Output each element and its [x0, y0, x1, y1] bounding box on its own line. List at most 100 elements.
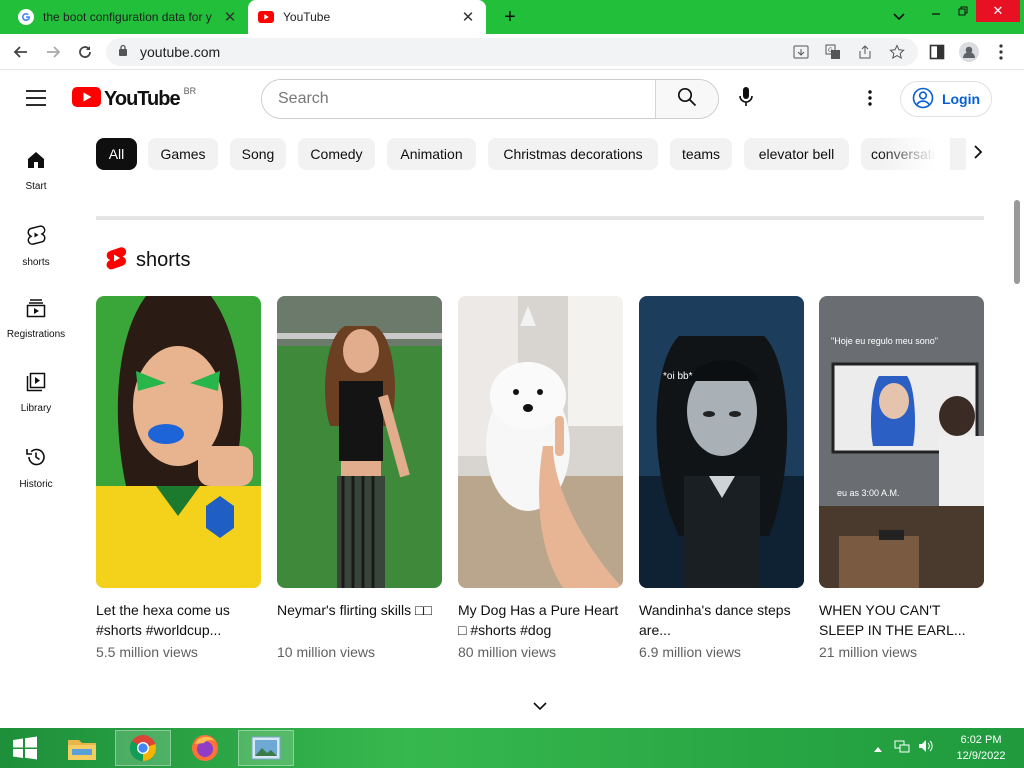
show-more-button[interactable] — [528, 698, 552, 716]
tab-title: the boot configuration data for y — [43, 10, 212, 24]
lock-icon[interactable] — [118, 43, 128, 61]
short-title[interactable]: WHEN YOU CAN'T SLEEP IN THE EARL... — [819, 600, 984, 640]
short-title[interactable]: Wandinha's dance steps are... — [639, 600, 804, 640]
short-title[interactable]: My Dog Has a Pure Heart □ #shorts #dog — [458, 600, 623, 640]
sidebar-item-registrations[interactable]: Registrations — [0, 298, 72, 340]
short-card[interactable]: "Hoje eu regulo meu sono" eu as 3:00 A.M… — [819, 296, 984, 660]
short-card[interactable]: Let the hexa come us #shorts #worldcup..… — [96, 296, 261, 660]
login-label: Login — [941, 91, 981, 107]
reload-icon[interactable] — [74, 41, 96, 63]
sidebar-item-label: Historic — [19, 479, 53, 490]
browser-menu-icon[interactable] — [990, 41, 1012, 63]
country-code: BR — [183, 85, 197, 96]
tab-google-search[interactable]: the boot configuration data for y ✕ — [8, 0, 248, 34]
chip-teams[interactable]: teams — [670, 138, 732, 170]
chips-next-button[interactable] — [966, 142, 990, 166]
firefox-icon[interactable] — [177, 730, 233, 766]
search-box — [261, 79, 719, 119]
hamburger-menu-icon[interactable] — [26, 90, 46, 106]
chip-all[interactable]: All — [96, 138, 137, 170]
sidebar-item-historic[interactable]: Historic — [0, 446, 72, 490]
youtube-page: YouTube BR Login Start — [0, 70, 1024, 728]
address-bar[interactable]: youtube.com G — [106, 38, 918, 66]
short-views: 5.5 million views — [96, 644, 198, 660]
short-title[interactable]: Let the hexa come us #shorts #worldcup..… — [96, 600, 261, 640]
short-title[interactable]: Neymar's flirting skills □□ — [277, 600, 442, 640]
short-views: 6.9 million views — [639, 644, 741, 660]
shorts-logo-icon — [106, 246, 127, 275]
network-icon[interactable] — [894, 739, 910, 758]
new-tab-button[interactable]: + — [498, 5, 522, 29]
chips-fade — [880, 138, 950, 170]
chevron-right-icon — [973, 144, 983, 165]
close-icon[interactable]: ✕ — [976, 0, 1020, 22]
sidebar-item-library[interactable]: Library — [0, 372, 72, 414]
clock-date: 12/9/2022 — [956, 750, 1006, 762]
short-card[interactable]: My Dog Has a Pure Heart □ #shorts #dog 8… — [458, 296, 623, 660]
bookmark-star-icon[interactable] — [886, 42, 908, 62]
install-icon[interactable] — [790, 42, 812, 62]
tab-close-icon[interactable]: ✕ — [460, 8, 476, 26]
overlay-text: eu as 3:00 A.M. — [837, 488, 900, 498]
profile-icon[interactable] — [958, 41, 980, 63]
windows-start-icon[interactable] — [0, 730, 50, 766]
sidebar-item-start[interactable]: Start — [0, 150, 72, 192]
account-icon — [912, 87, 934, 112]
history-icon — [25, 446, 47, 473]
voice-search-button[interactable] — [730, 83, 762, 115]
shorts-icon — [26, 224, 46, 251]
back-icon[interactable] — [10, 41, 32, 63]
restore-icon[interactable] — [950, 0, 976, 22]
short-views: 21 million views — [819, 644, 918, 660]
chip-christmas-decorations[interactable]: Christmas decorations — [488, 138, 658, 170]
settings-menu-icon[interactable] — [860, 86, 880, 110]
photos-icon[interactable] — [238, 730, 294, 766]
filter-chips: All Games Song Comedy Animation Christma… — [96, 138, 966, 170]
chevron-down-icon[interactable] — [888, 6, 910, 28]
chip-song[interactable]: Song — [230, 138, 286, 170]
volume-icon[interactable] — [918, 739, 934, 758]
forward-icon[interactable] — [42, 41, 64, 63]
sidebar-item-shorts[interactable]: shorts — [0, 224, 72, 268]
youtube-wordmark: YouTube — [104, 88, 181, 110]
short-views: 10 million views — [277, 644, 376, 660]
library-icon — [26, 372, 46, 397]
taskbar-clock[interactable]: 6:02 PM 12/9/2022 — [946, 732, 1016, 764]
short-thumbnail[interactable] — [96, 296, 261, 588]
home-icon — [26, 150, 46, 175]
chrome-icon[interactable] — [115, 730, 171, 766]
page-scrollbar[interactable] — [1011, 70, 1024, 728]
minimize-icon[interactable] — [922, 0, 950, 22]
file-explorer-icon[interactable] — [54, 730, 110, 766]
short-views: 80 million views — [458, 644, 557, 660]
shorts-section-header: shorts — [106, 246, 190, 275]
share-icon[interactable] — [854, 42, 876, 62]
chip-comedy[interactable]: Comedy — [298, 138, 375, 170]
scrollbar-thumb[interactable] — [1014, 200, 1020, 284]
tab-close-icon[interactable]: ✕ — [222, 8, 238, 26]
youtube-logo[interactable]: YouTube BR — [72, 85, 197, 112]
search-input[interactable] — [262, 80, 655, 118]
chip-animation[interactable]: Animation — [387, 138, 476, 170]
overlay-text: "Hoje eu regulo meu sono" — [831, 336, 938, 346]
translate-icon[interactable]: G — [822, 42, 844, 62]
youtube-icon — [258, 9, 274, 25]
chip-elevator-bell[interactable]: elevator bell — [744, 138, 849, 170]
chip-games[interactable]: Games — [148, 138, 218, 170]
short-thumbnail[interactable]: *oi bb* — [639, 296, 804, 588]
tab-youtube[interactable]: YouTube ✕ — [248, 0, 486, 34]
section-divider — [96, 216, 984, 220]
short-thumbnail[interactable] — [458, 296, 623, 588]
search-button[interactable] — [655, 80, 718, 118]
short-thumbnail[interactable]: "Hoje eu regulo meu sono" eu as 3:00 A.M… — [819, 296, 984, 588]
short-thumbnail[interactable] — [277, 296, 442, 588]
sidebar-item-label: Library — [20, 403, 52, 414]
subscriptions-icon — [26, 298, 46, 323]
short-card[interactable]: Neymar's flirting skills □□ 10 million v… — [277, 296, 442, 660]
side-panel-icon[interactable] — [926, 41, 948, 63]
short-card[interactable]: *oi bb* Wandinha's dance steps are... 6.… — [639, 296, 804, 660]
tray-expand-icon[interactable] — [874, 739, 882, 757]
sidebar-item-label: Start — [25, 181, 47, 192]
login-button[interactable]: Login — [900, 81, 992, 117]
shorts-heading: shorts — [136, 249, 191, 271]
